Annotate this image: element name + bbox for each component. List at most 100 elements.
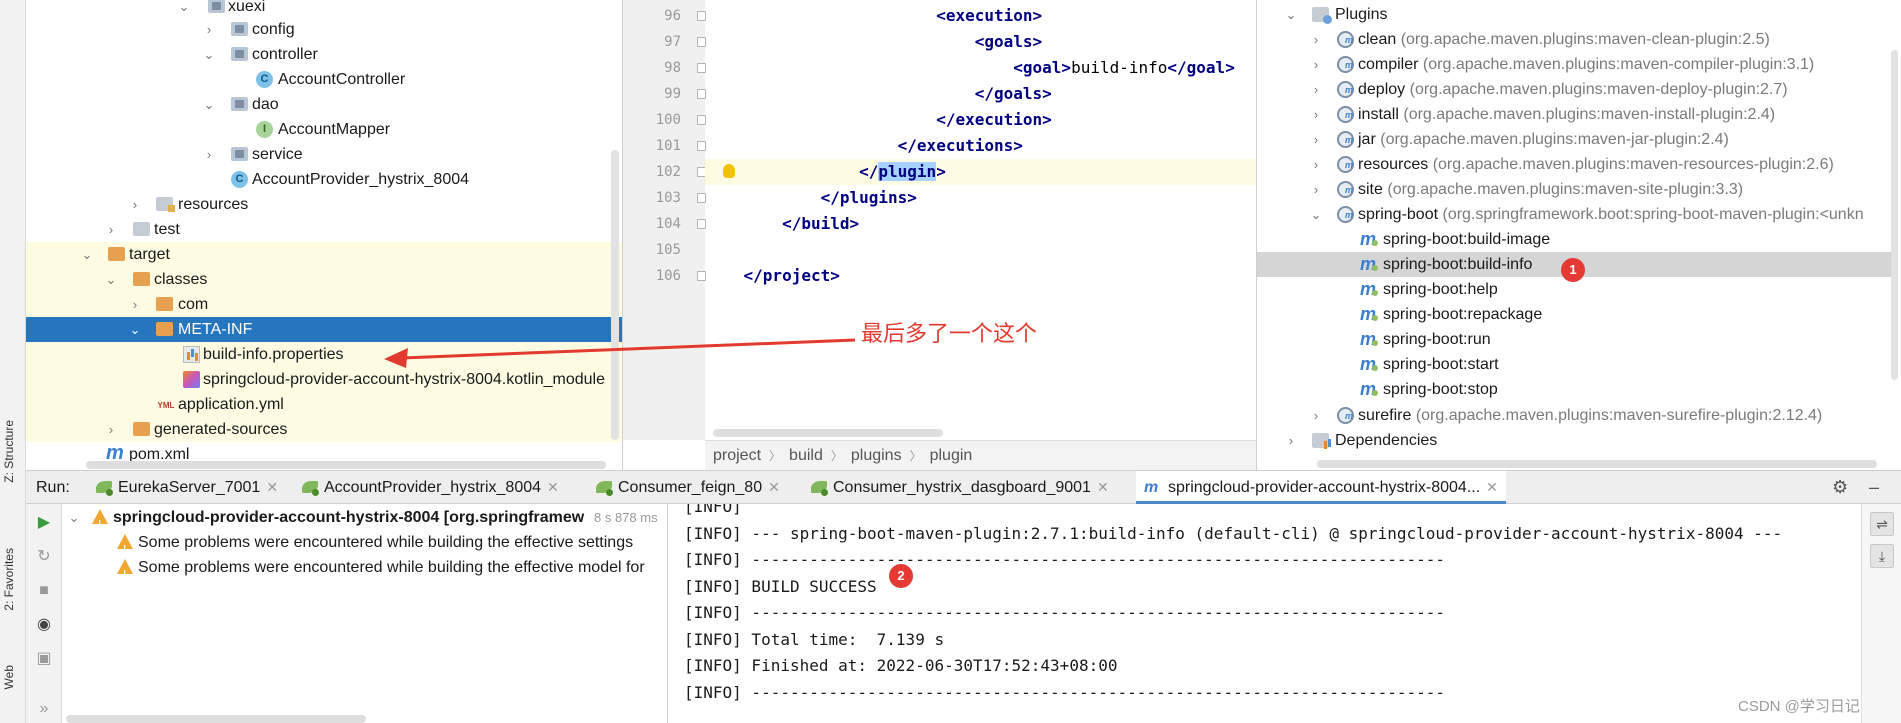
maven-plugin-clean[interactable]: › clean (org.apache.maven.plugins:maven-c… <box>1257 27 1897 52</box>
chevron-right-icon[interactable]: › <box>103 417 119 442</box>
run-tree-root[interactable]: ⌄ springcloud-provider-account-hystrix-8… <box>62 505 667 530</box>
chevron-right-icon[interactable]: › <box>1308 127 1324 152</box>
breadcrumb-plugin[interactable]: plugin <box>922 441 981 470</box>
chevron-down-icon[interactable]: ⌄ <box>1308 202 1324 227</box>
console-output[interactable]: [INFO] [INFO] --- spring-boot-maven-plugi… <box>668 504 1861 723</box>
eye-icon[interactable]: ◉ <box>35 616 53 634</box>
tree-row-accountmapper[interactable]: I AccountMapper <box>26 117 622 142</box>
code-line[interactable]: <goals> <box>705 29 1256 55</box>
maven-goal[interactable]: m spring-boot:repackage <box>1257 302 1897 327</box>
close-icon[interactable]: ✕ <box>768 479 780 495</box>
code-editor[interactable]: 96 <execution> 97 <goals> 98 <goal>build-i… <box>623 0 1257 470</box>
tree-row-com[interactable]: › com <box>26 292 622 317</box>
run-tree-warning[interactable]: Some problems were encountered while bui… <box>62 530 667 555</box>
tree-row-accountprovider[interactable]: C AccountProvider_hystrix_8004 <box>26 167 622 192</box>
tree-row-generated-sources[interactable]: › generated-sources <box>26 417 622 442</box>
chevron-right-icon[interactable]: › <box>1308 177 1324 202</box>
code-line[interactable]: </plugin> <box>705 159 1256 185</box>
tree-row-test[interactable]: › test <box>26 217 622 242</box>
tree-row-classes[interactable]: ⌄ classes <box>26 267 622 292</box>
chevron-right-icon[interactable]: › <box>1308 403 1324 428</box>
chevron-right-icon[interactable]: › <box>1283 428 1299 453</box>
stop-icon[interactable]: ■ <box>35 582 53 600</box>
chevron-right-icon[interactable]: › <box>103 217 119 242</box>
chevron-right-icon[interactable]: › <box>1308 27 1324 52</box>
run-tab-accountprovider[interactable]: AccountProvider_hystrix_8004 ✕ <box>302 471 559 504</box>
code-line[interactable]: </execution> <box>705 107 1256 133</box>
chevron-right-icon[interactable]: › <box>1308 77 1324 102</box>
breadcrumb-build[interactable]: build <box>781 441 831 470</box>
code-line[interactable] <box>705 237 1256 263</box>
chevron-right-icon[interactable]: › <box>1308 52 1324 77</box>
tree-row-kotlin-module[interactable]: springcloud-provider-account-hystrix-800… <box>26 367 622 392</box>
close-icon[interactable]: ✕ <box>1097 479 1109 495</box>
tree-row-controller[interactable]: ⌄ controller <box>26 42 622 67</box>
more-icon[interactable]: » <box>35 700 53 718</box>
chevron-right-icon[interactable]: › <box>127 192 143 217</box>
chevron-right-icon[interactable]: › <box>1308 102 1324 127</box>
minimize-icon[interactable]: – <box>1869 471 1879 504</box>
tree-row-config[interactable]: › config <box>26 17 622 42</box>
chevron-down-icon[interactable]: ⌄ <box>103 267 119 292</box>
close-icon[interactable]: ✕ <box>547 479 559 495</box>
maven-plugins-node[interactable]: ⌄ Plugins <box>1257 2 1897 27</box>
maven-goal[interactable]: m spring-boot:build-image <box>1257 227 1897 252</box>
scroll-to-end-icon[interactable]: ⤓ <box>1870 544 1894 568</box>
structure-tool-tab[interactable]: Z: Structure <box>2 420 16 483</box>
breadcrumb-project[interactable]: project <box>705 441 769 470</box>
chevron-down-icon[interactable]: ⌄ <box>201 92 217 117</box>
maven-plugin-spring-boot[interactable]: ⌄ spring-boot (org.springframework.boot:s… <box>1257 202 1897 227</box>
code-line[interactable]: <goal>build-info</goal> <box>705 55 1256 81</box>
tree-row-target[interactable]: ⌄ target <box>26 242 622 267</box>
chevron-down-icon[interactable]: ⌄ <box>201 42 217 67</box>
run-tab-eurekaserver[interactable]: EurekaServer_7001 ✕ <box>96 471 278 504</box>
chevron-down-icon[interactable]: ⌄ <box>1283 2 1299 27</box>
maven-plugin-compiler[interactable]: › compiler (org.apache.maven.plugins:mave… <box>1257 52 1897 77</box>
tree-row-dao[interactable]: ⌄ dao <box>26 92 622 117</box>
run-tab-maven-build-info[interactable]: m springcloud-provider-account-hystrix-80… <box>1136 471 1506 504</box>
gear-icon[interactable]: ⚙ <box>1832 471 1848 504</box>
tree-row-service[interactable]: › service <box>26 142 622 167</box>
code-line[interactable]: </goals> <box>705 81 1256 107</box>
chevron-down-icon[interactable]: ⌄ <box>79 242 95 267</box>
maven-plugin-surefire[interactable]: › surefire (org.apache.maven.plugins:mav… <box>1257 403 1897 428</box>
breadcrumb-plugins[interactable]: plugins <box>843 441 910 470</box>
soft-wrap-icon[interactable]: ⇌ <box>1870 512 1894 536</box>
maven-plugin-resources[interactable]: › resources (org.apache.maven.plugins:mav… <box>1257 152 1897 177</box>
maven-vertical-scrollbar[interactable] <box>1891 50 1898 380</box>
close-icon[interactable]: ✕ <box>1486 479 1498 495</box>
maven-goal[interactable]: m spring-boot:run <box>1257 327 1897 352</box>
code-line[interactable]: <execution> <box>705 3 1256 29</box>
run-tab-consumer-feign[interactable]: Consumer_feign_80 ✕ <box>596 471 780 504</box>
run-tab-consumer-hystrix-dashboard[interactable]: Consumer_hystrix_dasgboard_9001 ✕ <box>811 471 1109 504</box>
project-tree-horizontal-scrollbar[interactable] <box>86 461 606 469</box>
chevron-right-icon[interactable]: › <box>1308 152 1324 177</box>
run-tree-warning[interactable]: Some problems were encountered while bui… <box>62 555 667 580</box>
favorites-tool-tab[interactable]: 2: Favorites <box>2 548 16 611</box>
maven-plugin-site[interactable]: › site (org.apache.maven.plugins:maven-si… <box>1257 177 1897 202</box>
lightbulb-icon[interactable] <box>723 164 735 178</box>
project-tree-vertical-scrollbar[interactable] <box>611 150 619 440</box>
chevron-right-icon[interactable]: › <box>201 142 217 167</box>
chevron-down-icon[interactable]: ⌄ <box>127 317 143 342</box>
code-line[interactable]: </plugins> <box>705 185 1256 211</box>
close-icon[interactable]: ✕ <box>266 479 278 495</box>
code-line[interactable]: </project> <box>705 263 1256 289</box>
tree-row-application-yml[interactable]: YML application.yml <box>26 392 622 417</box>
tree-row-resources[interactable]: › resources <box>26 192 622 217</box>
maven-goal[interactable]: m spring-boot:start <box>1257 352 1897 377</box>
maven-goal[interactable]: m spring-boot:stop <box>1257 377 1897 402</box>
maven-plugin-jar[interactable]: › jar (org.apache.maven.plugins:maven-jar… <box>1257 127 1897 152</box>
chevron-right-icon[interactable]: › <box>127 292 143 317</box>
maven-horizontal-scrollbar[interactable] <box>1317 460 1877 468</box>
run-tree-horizontal-scrollbar[interactable] <box>66 715 366 723</box>
code-line[interactable]: </executions> <box>705 133 1256 159</box>
maven-dependencies-node[interactable]: › Dependencies <box>1257 428 1897 453</box>
web-tool-tab[interactable]: Web <box>2 665 16 689</box>
rerun-failed-icon[interactable]: ↻ <box>35 548 53 566</box>
maven-plugin-install[interactable]: › install (org.apache.maven.plugins:maven… <box>1257 102 1897 127</box>
editor-horizontal-scrollbar[interactable] <box>713 429 943 437</box>
rerun-icon[interactable]: ▶ <box>35 514 53 532</box>
chevron-right-icon[interactable]: › <box>201 17 217 42</box>
maven-plugin-deploy[interactable]: › deploy (org.apache.maven.plugins:maven-… <box>1257 77 1897 102</box>
